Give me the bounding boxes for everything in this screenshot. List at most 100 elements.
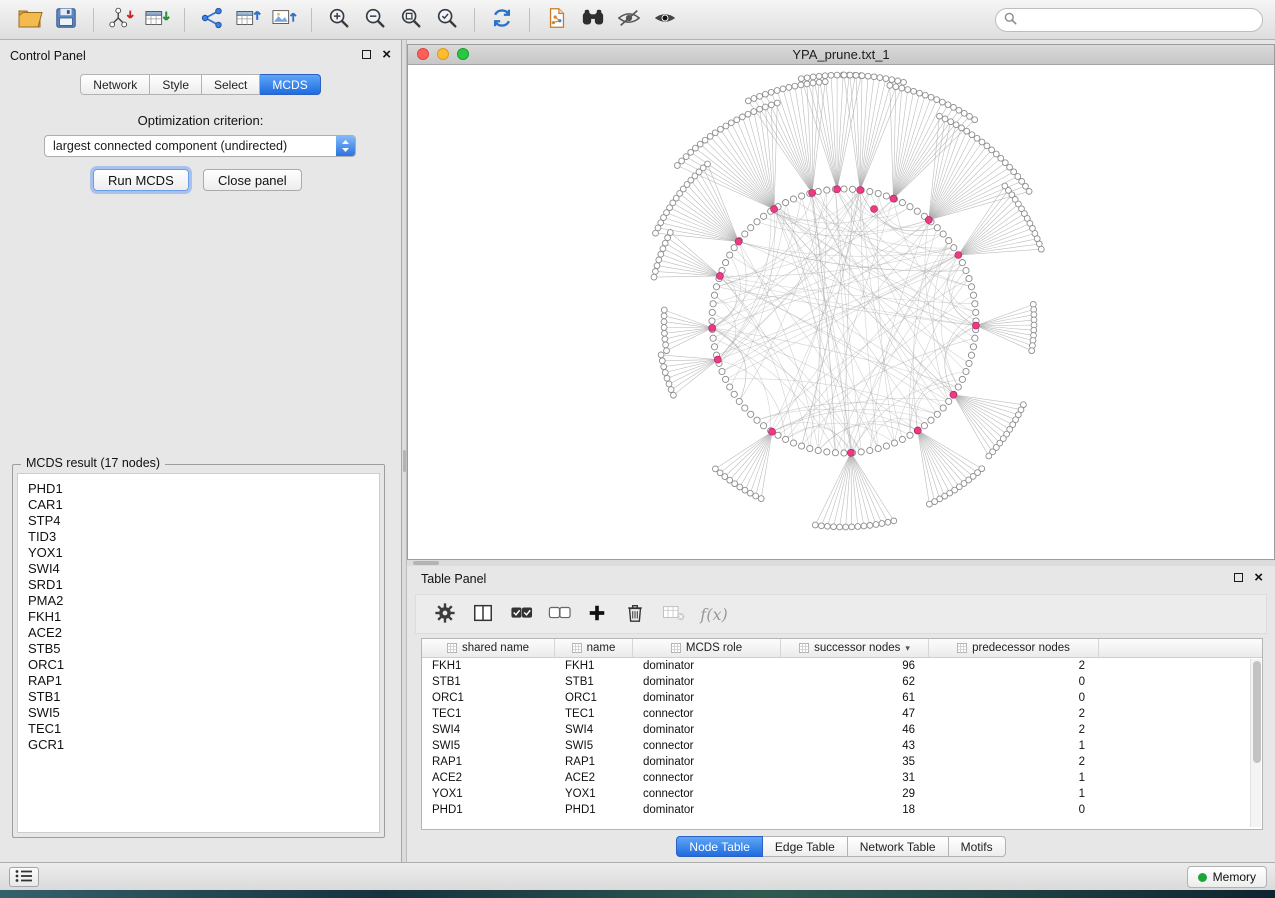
refresh-button[interactable] [484, 4, 520, 36]
table-cell: FKH1 [422, 658, 555, 674]
table-row[interactable]: ACE2ACE2connector311 [422, 770, 1262, 786]
mcds-result-item[interactable]: RAP1 [28, 673, 379, 689]
mcds-result-item[interactable]: STB1 [28, 689, 379, 705]
close-window-icon[interactable] [417, 48, 429, 60]
table-row[interactable]: RAP1RAP1dominator352 [422, 754, 1262, 770]
table-row[interactable]: TEC1TEC1connector472 [422, 706, 1262, 722]
network-window-titlebar[interactable]: YPA_prune.txt_1 [408, 45, 1274, 65]
add-column-button[interactable] [580, 599, 614, 629]
export-image-icon [270, 6, 298, 33]
network-canvas[interactable] [408, 65, 1274, 559]
run-mcds-button[interactable]: Run MCDS [93, 169, 189, 191]
mcds-result-item[interactable]: PHD1 [28, 481, 379, 497]
tab-network-table[interactable]: Network Table [848, 836, 949, 857]
mcds-result-item[interactable]: SWI4 [28, 561, 379, 577]
export-network-button[interactable] [194, 4, 230, 36]
status-menu-button[interactable] [9, 867, 39, 887]
table-row[interactable]: SWI4SWI4dominator462 [422, 722, 1262, 738]
table-cell: 0 [929, 674, 1099, 690]
select-all-button[interactable] [504, 599, 538, 629]
tab-mcds[interactable]: MCDS [260, 74, 320, 95]
mcds-result-item[interactable]: STP4 [28, 513, 379, 529]
tab-network[interactable]: Network [80, 74, 150, 95]
zoom-fit-button[interactable] [393, 4, 429, 36]
export-table-icon [234, 6, 262, 33]
column-header-predecessor-nodes[interactable]: predecessor nodes [929, 639, 1099, 657]
table-cell: 31 [781, 770, 929, 786]
deselect-all-button[interactable] [542, 599, 576, 629]
tab-select[interactable]: Select [202, 74, 260, 95]
table-row[interactable]: STB1STB1dominator620 [422, 674, 1262, 690]
search-input[interactable] [1023, 13, 1254, 27]
mcds-result-item[interactable]: SWI5 [28, 705, 379, 721]
delete-table-button-disabled [656, 599, 690, 629]
table-cell-empty [1099, 786, 1262, 802]
export-image-button[interactable] [266, 4, 302, 36]
import-table-button[interactable] [139, 4, 175, 36]
float-window-icon[interactable] [1234, 573, 1243, 582]
mcds-result-item[interactable]: ACE2 [28, 625, 379, 641]
table-row[interactable]: ORC1ORC1dominator610 [422, 690, 1262, 706]
table-cell: 35 [781, 754, 929, 770]
delete-column-button[interactable] [618, 599, 652, 629]
table-cell: 2 [929, 706, 1099, 722]
hide-details-button[interactable] [611, 4, 647, 36]
mcds-result-item[interactable]: TEC1 [28, 721, 379, 737]
zoom-selected-button[interactable] [429, 4, 465, 36]
table-cell: dominator [633, 754, 781, 770]
table-row[interactable]: SWI5SWI5connector431 [422, 738, 1262, 754]
eye-slash-icon [616, 6, 642, 33]
close-panel-button[interactable]: Close panel [203, 169, 302, 191]
table-settings-button[interactable] [428, 599, 462, 629]
mcds-result-item[interactable]: TID3 [28, 529, 379, 545]
tab-motifs[interactable]: Motifs [949, 836, 1006, 857]
float-window-icon[interactable] [362, 50, 371, 59]
application-window: Control Panel × Network Style Select MCD… [0, 0, 1275, 890]
open-button[interactable] [12, 4, 48, 36]
mcds-result-item[interactable]: YOX1 [28, 545, 379, 561]
mcds-result-item[interactable]: GCR1 [28, 737, 379, 753]
mcds-result-item[interactable]: STB5 [28, 641, 379, 657]
function-builder-button[interactable]: f(x) [694, 599, 728, 629]
tab-edge-table[interactable]: Edge Table [763, 836, 848, 857]
close-panel-icon[interactable]: × [1254, 572, 1263, 583]
table-cell: dominator [633, 658, 781, 674]
zoom-in-button[interactable] [321, 4, 357, 36]
export-document-button[interactable] [539, 4, 575, 36]
scrollbar-thumb[interactable] [1253, 661, 1261, 763]
tab-style[interactable]: Style [150, 74, 202, 95]
column-header-mcds-role[interactable]: MCDS role [633, 639, 781, 657]
column-header-shared-name[interactable]: shared name [422, 639, 555, 657]
maximize-window-icon[interactable] [457, 48, 469, 60]
column-header-name[interactable]: name [555, 639, 633, 657]
table-row[interactable]: YOX1YOX1connector291 [422, 786, 1262, 802]
optimization-criterion-select[interactable]: largest connected component (undirected) [44, 135, 356, 157]
close-panel-icon[interactable]: × [382, 49, 391, 60]
import-network-button[interactable] [103, 4, 139, 36]
export-table-button[interactable] [230, 4, 266, 36]
mcds-result-list[interactable]: PHD1CAR1STP4TID3YOX1SWI4SRD1PMA2FKH1ACE2… [17, 473, 380, 833]
table-cell: 1 [929, 738, 1099, 754]
mcds-result-item[interactable]: CAR1 [28, 497, 379, 513]
splitter-handle-icon [403, 450, 406, 472]
tab-node-table[interactable]: Node Table [676, 836, 763, 857]
mcds-result-item[interactable]: FKH1 [28, 609, 379, 625]
refresh-icon [489, 6, 515, 33]
table-row[interactable]: PHD1PHD1dominator180 [422, 802, 1262, 818]
table-row[interactable]: FKH1FKH1dominator962 [422, 658, 1262, 674]
mcds-result-item[interactable]: SRD1 [28, 577, 379, 593]
save-button[interactable] [48, 4, 84, 36]
search-box[interactable] [995, 8, 1263, 32]
column-header-successor-nodes[interactable]: successor nodes▾ [781, 639, 929, 657]
mcds-result-item[interactable]: PMA2 [28, 593, 379, 609]
show-details-button[interactable] [647, 4, 683, 36]
table-cell: TEC1 [555, 706, 633, 722]
search-network-button[interactable] [575, 4, 611, 36]
minimize-window-icon[interactable] [437, 48, 449, 60]
zoom-out-button[interactable] [357, 4, 393, 36]
table-cell: dominator [633, 674, 781, 690]
show-columns-button[interactable] [466, 599, 500, 629]
table-scrollbar[interactable] [1250, 659, 1261, 827]
memory-button[interactable]: Memory [1187, 866, 1267, 888]
mcds-result-item[interactable]: ORC1 [28, 657, 379, 673]
